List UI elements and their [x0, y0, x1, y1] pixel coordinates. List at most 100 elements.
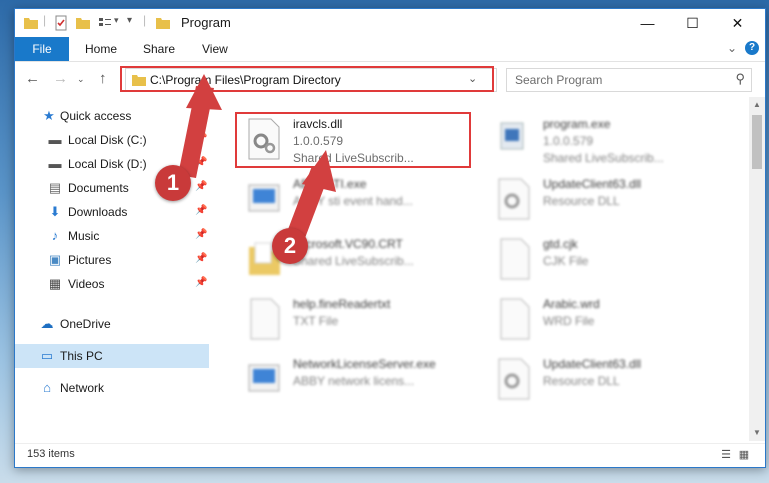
address-bar[interactable]: C:\Program Files\Program Directory ⌄ ↻: [125, 68, 600, 92]
star-icon: ★: [43, 108, 55, 123]
cloud-icon: ☁: [40, 316, 54, 331]
pictures-icon: ▣: [48, 252, 62, 267]
navigation-bar: ← → ⌄ ↑ C:\Program Files\Program Directo…: [15, 62, 765, 96]
file-item-networklicenseserver-exe[interactable]: NetworkLicenseServer.exe ABBY network li…: [235, 353, 485, 405]
pin-icon: 📌: [195, 277, 208, 288]
file-description: Shared LiveSubscrib...: [543, 151, 664, 165]
help-icon[interactable]: ?: [745, 41, 759, 55]
file-item-help-finereadertxt[interactable]: help.fineReadertxt TXT File: [235, 293, 485, 345]
file-name: program.exe: [543, 117, 611, 131]
file-item-updateclient63-dll[interactable]: UpdateClient63.dll Resource DLL: [485, 353, 735, 405]
file-description: Shared LiveSubscrib...: [293, 254, 414, 268]
close-button[interactable]: ✕: [715, 11, 760, 35]
back-arrow-icon[interactable]: ←: [25, 70, 40, 87]
file-type: Resource DLL: [543, 194, 620, 208]
file-item-gtd-cjk[interactable]: gtd.cjk CJK File: [485, 233, 735, 285]
file-name: Microsoft.VC90.CRT: [293, 237, 403, 251]
sidebar-item-this-pc[interactable]: ▭ This PC: [15, 344, 209, 368]
pin-icon: 📌: [195, 205, 208, 216]
sidebar-item-videos[interactable]: ▦ Videos 📌: [15, 272, 209, 296]
file-list: iravcls.dll 1.0.0.579 Shared LiveSubscri…: [215, 97, 745, 441]
recent-locations-chevron-icon[interactable]: ⌄: [77, 74, 85, 85]
scroll-up-icon[interactable]: ▲: [749, 97, 765, 113]
folder-icon: [132, 75, 146, 86]
maximize-button[interactable]: ☐: [670, 11, 715, 35]
sidebar-item-downloads[interactable]: ⬇ Downloads 📌: [15, 200, 209, 224]
status-bar: 153 items ☰ ▦: [15, 443, 765, 466]
sidebar-item-label: Downloads: [68, 205, 128, 219]
scroll-down-icon[interactable]: ▼: [749, 425, 765, 441]
item-count: 153 items: [27, 448, 75, 460]
generic-file-icon: [500, 298, 530, 340]
file-item-abbysti-exe[interactable]: ABBYSTI.exe ABBY sti event hand...: [235, 173, 485, 225]
search-icon[interactable]: ⚲: [735, 71, 745, 87]
pc-icon: ▭: [40, 348, 54, 363]
file-name: gtd.cjk: [543, 237, 578, 251]
address-path[interactable]: C:\Program Files\Program Directory: [150, 73, 341, 87]
up-arrow-icon[interactable]: ↑: [99, 70, 107, 87]
sidebar-item-label: Network: [60, 381, 105, 395]
folder-icon: [24, 18, 38, 29]
sidebar-item-onedrive[interactable]: ☁ OneDrive: [15, 312, 209, 336]
tab-view[interactable]: View: [202, 37, 228, 61]
file-item-iravcls-dll[interactable]: iravcls.dll 1.0.0.579 Shared LiveSubscri…: [235, 113, 485, 165]
sidebar-item-label: Pictures: [68, 253, 112, 267]
file-item-program-exe[interactable]: program.exe 1.0.0.579 Shared LiveSubscri…: [485, 113, 735, 165]
file-name: ABBYSTI.exe: [293, 177, 367, 191]
exe-file-icon: [248, 184, 280, 212]
file-name: UpdateClient63.dll: [543, 177, 642, 191]
tab-share[interactable]: Share: [143, 37, 175, 61]
pin-icon: 📌: [195, 157, 208, 168]
folder-icon: [156, 18, 170, 29]
sidebar-item-pictures[interactable]: ▣ Pictures 📌: [15, 248, 209, 272]
forward-arrow-icon[interactable]: →: [53, 70, 68, 87]
step-badge-1: 1: [155, 165, 191, 201]
file-description: ABBY sti event hand...: [293, 194, 413, 208]
generic-file-icon: [500, 238, 530, 280]
sidebar-item-quick-access[interactable]: ★ Quick access: [15, 104, 209, 128]
file-type: TXT File: [293, 314, 339, 328]
sidebar-item-label: Local Disk (D:): [68, 157, 147, 171]
customize-quick-access-icon[interactable]: ▾: [127, 15, 132, 26]
tab-home[interactable]: Home: [85, 37, 117, 61]
file-version: 1.0.0.579: [543, 134, 594, 148]
file-name: help.fineReadertxt: [293, 297, 391, 311]
scroll-thumb[interactable]: [752, 115, 762, 169]
new-folder-icon[interactable]: [75, 15, 91, 31]
vertical-scrollbar[interactable]: ▲ ▼: [749, 97, 765, 441]
tab-file[interactable]: File: [15, 37, 69, 61]
chevron-down-icon[interactable]: ⌄: [727, 41, 737, 55]
address-dropdown-chevron-icon[interactable]: ⌄: [468, 72, 477, 85]
file-type: Resource DLL: [543, 374, 620, 388]
dll-file-icon: [498, 178, 530, 220]
search-placeholder: Search Program: [515, 73, 603, 87]
sidebar-item-label: Local Disk (C:): [68, 133, 147, 147]
download-icon: ⬇: [49, 204, 61, 219]
minimize-button[interactable]: —: [625, 11, 670, 35]
details-view-icon[interactable]: ☰: [719, 448, 733, 462]
file-version: 1.0.0.579: [293, 134, 344, 148]
file-item-arabic-wrd[interactable]: Arabic.wrd WRD File: [485, 293, 735, 345]
large-icons-view-icon[interactable]: ▦: [737, 448, 751, 462]
search-input[interactable]: Search Program ⚲: [506, 68, 752, 92]
sidebar-item-local-disk-c[interactable]: ▬ Local Disk (C:) 📌: [15, 128, 209, 152]
dll-file-icon: [248, 118, 280, 160]
separator: |: [43, 13, 47, 27]
file-name: Arabic.wrd: [543, 297, 600, 311]
sidebar-item-music[interactable]: ♪ Music 📌: [15, 224, 209, 248]
file-type: WRD File: [543, 314, 595, 328]
file-description: ABBY network licens...: [293, 374, 415, 388]
sidebar-item-network[interactable]: ⌂ Network: [15, 376, 209, 400]
dll-file-icon: [498, 358, 530, 400]
properties-icon[interactable]: [53, 15, 69, 31]
sidebar-item-label: This PC: [60, 349, 103, 363]
network-icon: ⌂: [43, 380, 51, 395]
file-item-updateclient63-dll[interactable]: UpdateClient63.dll Resource DLL: [485, 173, 735, 225]
qa-dropdown-chevron-icon[interactable]: ▾: [114, 15, 119, 26]
file-name: NetworkLicenseServer.exe: [293, 357, 436, 371]
sidebar-item-label: Documents: [68, 181, 129, 195]
navigation-pane: ★ Quick access ▬ Local Disk (C:) 📌 ▬ Loc…: [15, 97, 209, 441]
pin-icon: 📌: [195, 181, 208, 192]
file-name: UpdateClient63.dll: [543, 357, 642, 371]
customize-view-icon[interactable]: [97, 15, 113, 31]
